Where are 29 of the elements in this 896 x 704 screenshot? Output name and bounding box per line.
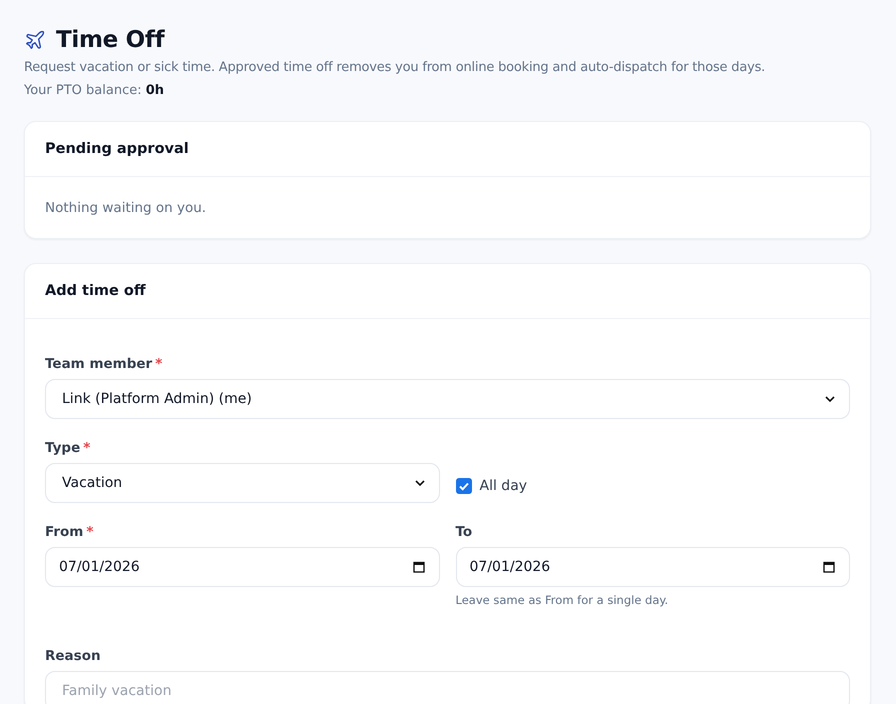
reason-field[interactable]: Family vacation: [45, 671, 850, 704]
page-description: Request vacation or sick time. Approved time off removes you from online booking and auto-dispatch for those days.: [24, 60, 766, 75]
card-title: Add time off: [45, 282, 147, 301]
field-label: To: [456, 523, 472, 541]
date-field[interactable]: 07/01/2026: [456, 547, 850, 587]
calendar-icon[interactable]: [412, 561, 424, 573]
date-field[interactable]: 07/01/2026: [45, 547, 440, 587]
team-member-select[interactable]: Link (Platform Admin) (me): [45, 379, 850, 419]
all-day-checkbox[interactable]: [456, 478, 472, 494]
chevron-down-icon: [414, 480, 424, 486]
balance-label: Your PTO balance:: [24, 83, 142, 98]
required-mark: *: [86, 523, 94, 541]
type-select[interactable]: Vacation: [45, 463, 440, 503]
required-mark: *: [155, 355, 162, 373]
field-label: Reason: [45, 647, 101, 665]
calendar-icon[interactable]: [823, 561, 835, 573]
checkmark-icon: [458, 480, 470, 492]
field-label: From: [45, 523, 84, 541]
field-label: Team member: [45, 355, 152, 373]
required-mark: *: [83, 439, 90, 457]
card-title: Pending approval: [45, 140, 190, 159]
page-title: Time Off: [56, 26, 164, 55]
airplane-icon: [24, 29, 46, 51]
chevron-down-icon: [825, 396, 835, 402]
checkbox-label: All day: [480, 478, 528, 494]
field-hint: Leave same as From for a single day.: [456, 593, 670, 607]
balance-value: 0h: [146, 83, 164, 98]
field-label: Type: [45, 439, 80, 457]
empty-message: Nothing waiting on you.: [45, 200, 206, 216]
